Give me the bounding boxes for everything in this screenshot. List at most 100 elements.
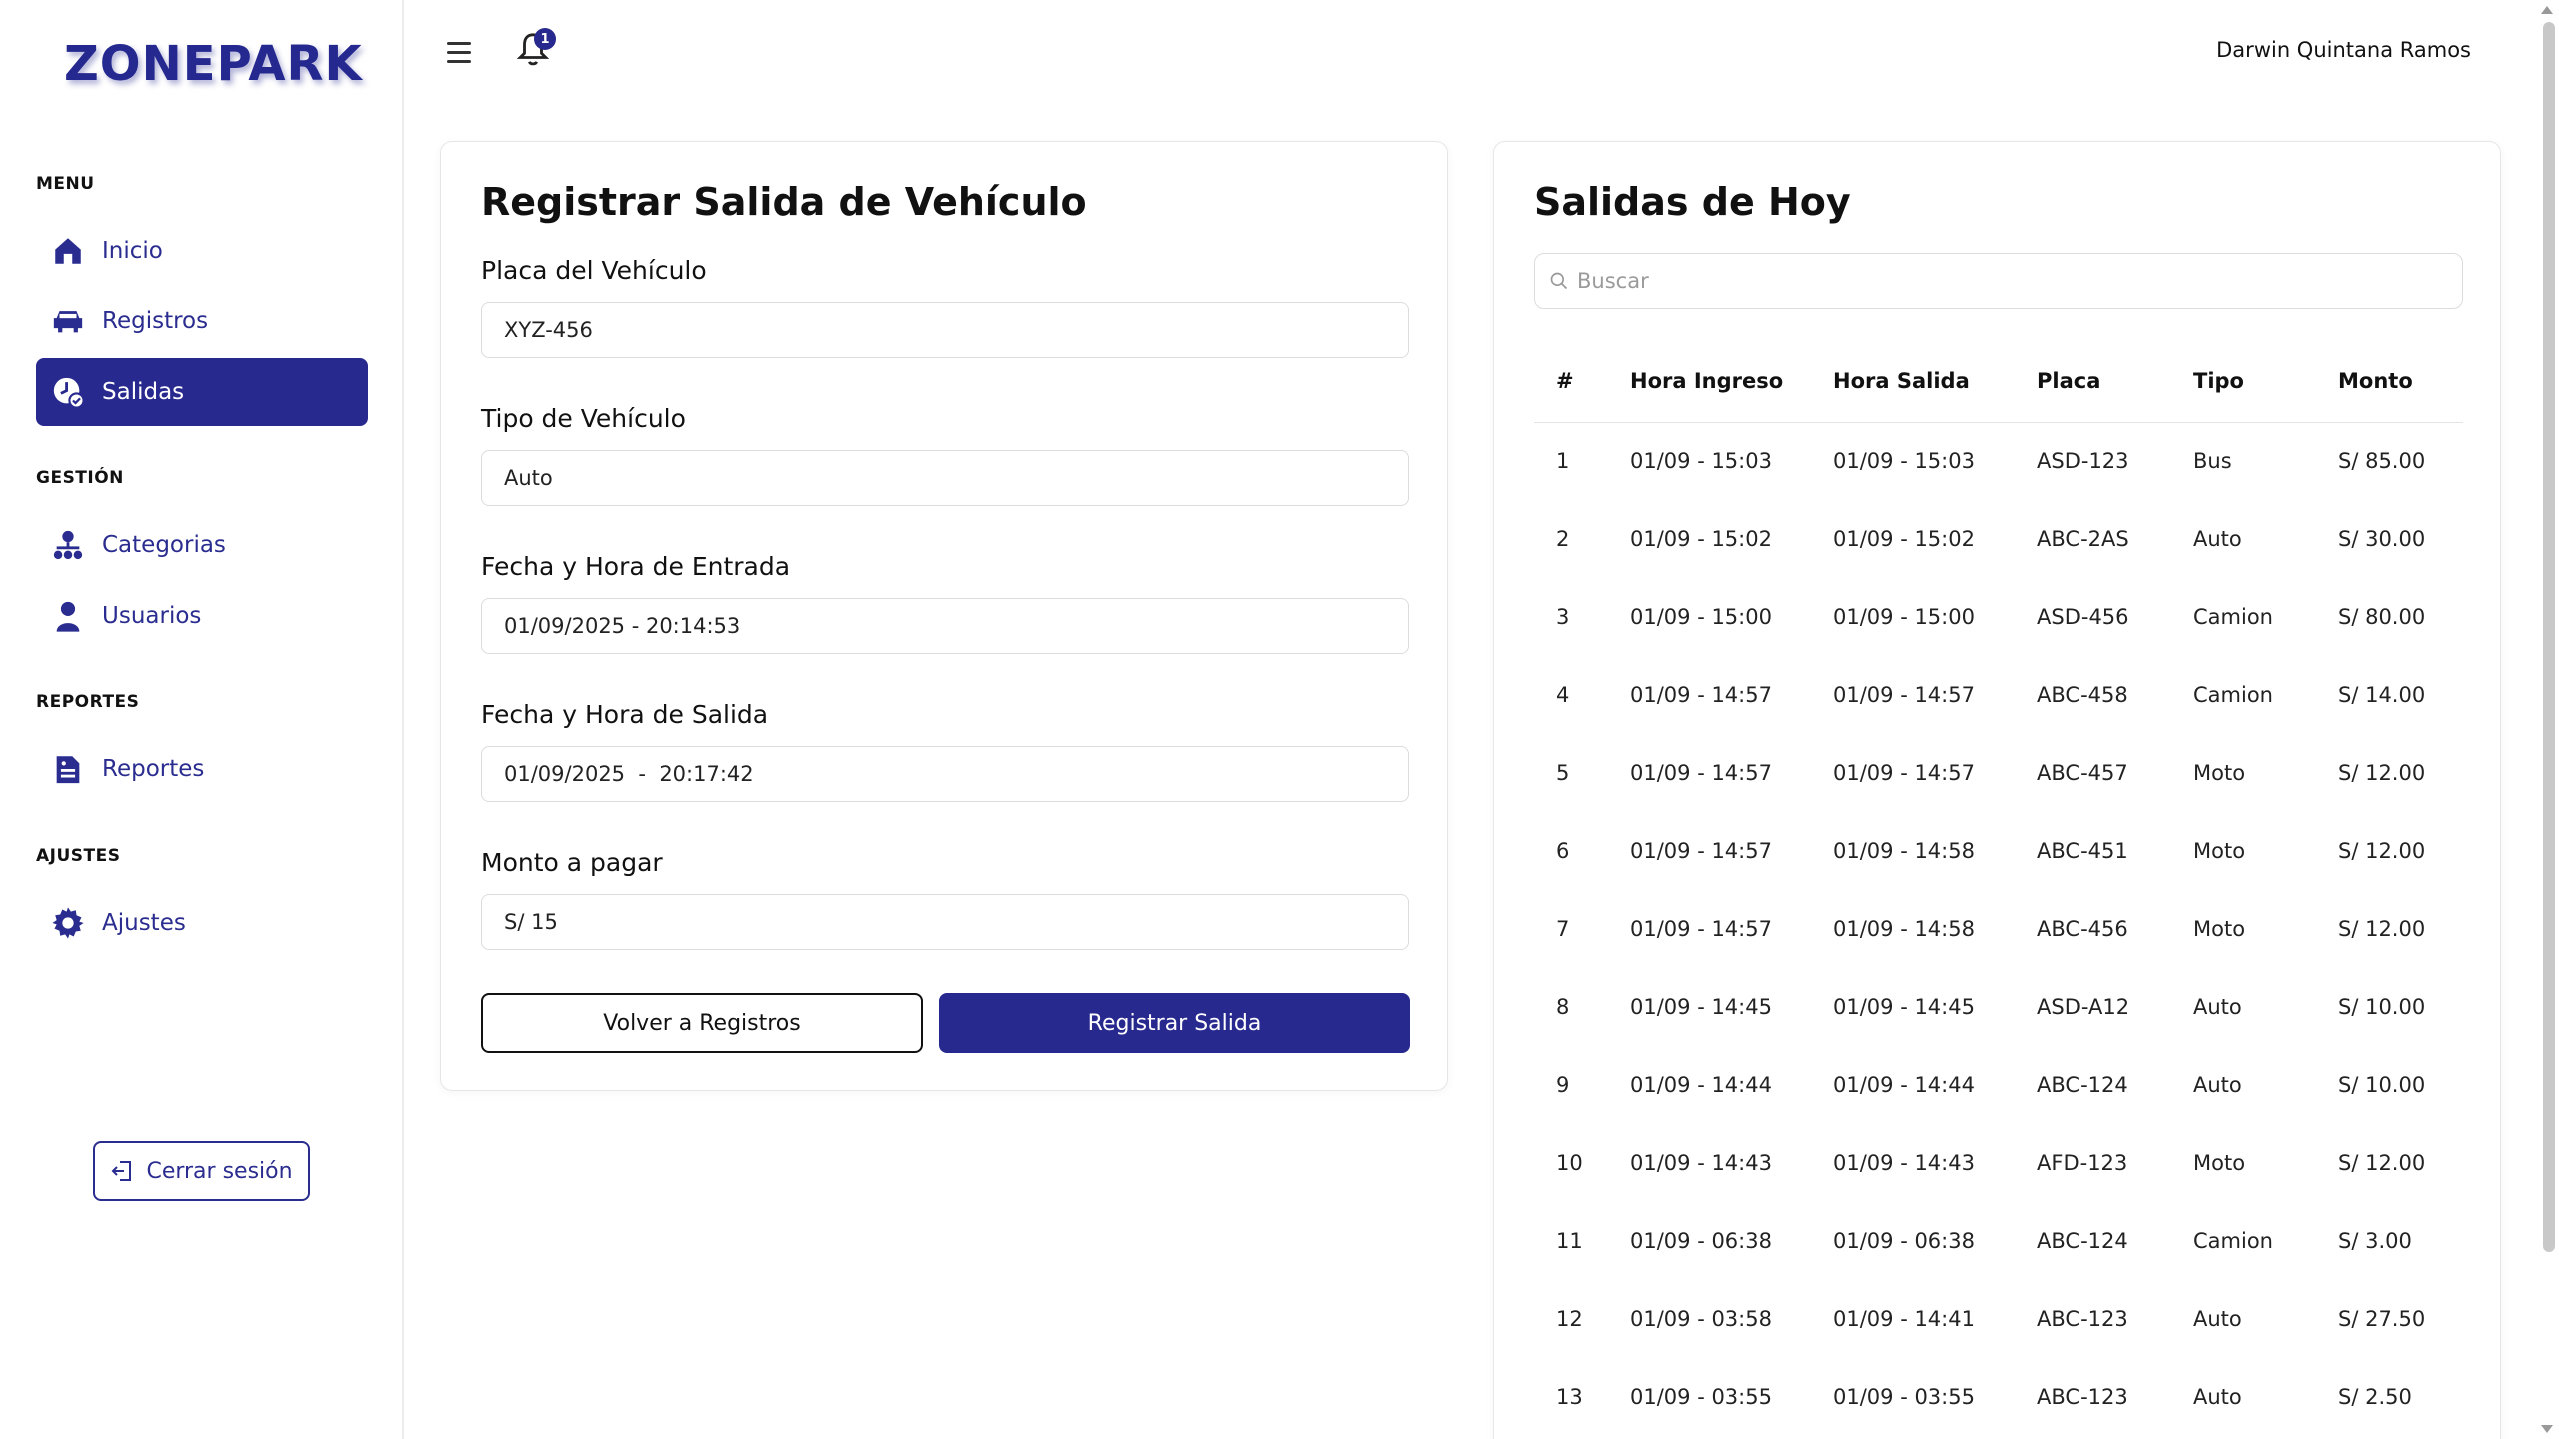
sidebar-item-salidas[interactable]: Salidas bbox=[36, 358, 368, 426]
table-cell: 01/09 - 14:58 bbox=[1833, 839, 1975, 863]
table-cell: 8 bbox=[1556, 995, 1570, 1019]
table-cell: ABC-457 bbox=[2037, 761, 2128, 785]
table-cell: 12 bbox=[1556, 1307, 1583, 1331]
table-cell: S/ 12.00 bbox=[2338, 1151, 2426, 1175]
logout-button[interactable]: Cerrar sesión bbox=[93, 1141, 310, 1201]
table-row[interactable]: 1 01/09 - 15:03 01/09 - 15:03 ASD-123 Bus S/ … bbox=[1534, 422, 2463, 500]
hamburger-menu-icon[interactable] bbox=[444, 38, 474, 66]
table-cell: S/ 30.00 bbox=[2338, 527, 2426, 551]
table-row[interactable]: 10 01/09 - 14:43 01/09 - 14:43 AFD-123 Moto S… bbox=[1534, 1124, 2463, 1202]
table-cell: 9 bbox=[1556, 1073, 1570, 1097]
table-cell: S/ 10.00 bbox=[2338, 1073, 2426, 1097]
table-row[interactable]: 4 01/09 - 14:57 01/09 - 14:57 ABC-458 Camion… bbox=[1534, 656, 2463, 734]
exit-datetime-label: Fecha y Hora de Salida bbox=[481, 700, 769, 729]
vehicle-type-label: Tipo de Vehículo bbox=[481, 404, 686, 433]
app-logo[interactable]: ZONEPARK bbox=[64, 36, 363, 92]
table-cell: 01/09 - 14:57 bbox=[1630, 839, 1772, 863]
column-header: Placa bbox=[2037, 340, 2193, 423]
sidebar-item-reportes[interactable]: Reportes bbox=[36, 735, 368, 803]
table-cell: Auto bbox=[2193, 527, 2242, 551]
user-name[interactable]: Darwin Quintana Ramos bbox=[2216, 38, 2471, 62]
logout-label: Cerrar sesión bbox=[146, 1158, 293, 1184]
scrollbar-thumb[interactable] bbox=[2543, 22, 2555, 1252]
exit-form-card: Registrar Salida de Vehículo Placa del V… bbox=[440, 141, 1448, 1091]
table-cell: S/ 14.00 bbox=[2338, 683, 2426, 707]
table-row[interactable]: 7 01/09 - 14:57 01/09 - 14:58 ABC-456 Moto S/… bbox=[1534, 890, 2463, 968]
sidebar-item-label: Categorias bbox=[102, 532, 226, 558]
entry-datetime-label: Fecha y Hora de Entrada bbox=[481, 552, 791, 581]
register-exit-button[interactable]: Registrar Salida bbox=[939, 993, 1410, 1053]
column-header: Tipo bbox=[2193, 340, 2338, 423]
table-cell: Moto bbox=[2193, 1151, 2246, 1175]
table-row[interactable]: 3 01/09 - 15:00 01/09 - 15:00 ASD-456 Camion… bbox=[1534, 578, 2463, 656]
table-row[interactable]: 6 01/09 - 14:57 01/09 - 14:58 ABC-451 Moto S/… bbox=[1534, 812, 2463, 890]
logout-icon bbox=[110, 1159, 134, 1183]
sidebar-item-label: Reportes bbox=[102, 756, 205, 782]
table-cell: 01/09 - 06:38 bbox=[1833, 1229, 1975, 1253]
table-cell: 2 bbox=[1556, 527, 1570, 551]
table-cell: 13 bbox=[1556, 1385, 1583, 1409]
table-cell: 01/09 - 14:44 bbox=[1833, 1073, 1975, 1097]
table-cell: S/ 2.50 bbox=[2338, 1385, 2412, 1409]
home-icon bbox=[50, 233, 86, 269]
table-cell: ABC-124 bbox=[2037, 1229, 2128, 1253]
search-icon bbox=[1549, 271, 1569, 291]
back-to-records-button[interactable]: Volver a Registros bbox=[481, 993, 923, 1053]
table-cell: S/ 27.50 bbox=[2338, 1307, 2426, 1331]
table-cell: ASD-A12 bbox=[2037, 995, 2130, 1019]
search-input[interactable]: Buscar bbox=[1534, 253, 2463, 309]
table-cell: ABC-123 bbox=[2037, 1307, 2128, 1331]
table-cell: 4 bbox=[1556, 683, 1570, 707]
table-row[interactable]: 13 01/09 - 03:55 01/09 - 03:55 ABC-123 Auto S… bbox=[1534, 1358, 2463, 1436]
table-row[interactable]: 5 01/09 - 14:57 01/09 - 14:57 ABC-457 Moto S/… bbox=[1534, 734, 2463, 812]
table-cell: 01/09 - 15:00 bbox=[1833, 605, 1975, 629]
table-row[interactable]: 2 01/09 - 15:02 01/09 - 15:02 ABC-2AS Auto S/… bbox=[1534, 500, 2463, 578]
table-cell: 01/09 - 14:41 bbox=[1833, 1307, 1975, 1331]
table-cell: Moto bbox=[2193, 839, 2246, 863]
table-cell: 01/09 - 14:57 bbox=[1833, 683, 1975, 707]
scroll-up-icon[interactable] bbox=[2541, 6, 2553, 14]
table-cell: 01/09 - 14:45 bbox=[1833, 995, 1975, 1019]
table-cell: S/ 10.00 bbox=[2338, 995, 2426, 1019]
table-cell: 01/09 - 03:55 bbox=[1630, 1385, 1772, 1409]
vehicle-type-field[interactable]: Auto bbox=[481, 450, 1409, 506]
table-cell: S/ 12.00 bbox=[2338, 917, 2426, 941]
table-cell: 01/09 - 14:43 bbox=[1833, 1151, 1975, 1175]
table-cell: S/ 85.00 bbox=[2338, 449, 2426, 474]
plate-field[interactable]: XYZ-456 bbox=[481, 302, 1409, 358]
table-cell: Camion bbox=[2193, 683, 2273, 707]
table-cell: 7 bbox=[1556, 917, 1570, 941]
exits-title: Salidas de Hoy bbox=[1534, 180, 1851, 224]
plate-label: Placa del Vehículo bbox=[481, 256, 707, 285]
table-cell: ABC-2AS bbox=[2037, 527, 2129, 551]
search-placeholder: Buscar bbox=[1577, 269, 1649, 293]
page-scrollbar[interactable] bbox=[2537, 0, 2559, 1439]
table-row[interactable]: 8 01/09 - 14:45 01/09 - 14:45 ASD-A12 Auto S/… bbox=[1534, 968, 2463, 1046]
scroll-down-icon[interactable] bbox=[2541, 1425, 2553, 1433]
sidebar-item-registros[interactable]: Registros bbox=[36, 287, 368, 355]
table-row[interactable]: 11 01/09 - 06:38 01/09 - 06:38 ABC-124 Camio… bbox=[1534, 1202, 2463, 1280]
table-row[interactable]: 9 01/09 - 14:44 01/09 - 14:44 ABC-124 Auto S/… bbox=[1534, 1046, 2463, 1124]
amount-label: Monto a pagar bbox=[481, 848, 663, 877]
amount-field[interactable]: S/ 15 bbox=[481, 894, 1409, 950]
sidebar-item-inicio[interactable]: Inicio bbox=[36, 217, 368, 285]
exits-table: # Hora Ingreso Hora Salida Placa Tipo Mo… bbox=[1534, 340, 2463, 1436]
sidebar-item-label: Ajustes bbox=[102, 910, 186, 936]
table-cell: ABC-451 bbox=[2037, 839, 2128, 863]
sidebar-item-ajustes[interactable]: Ajustes bbox=[36, 889, 368, 957]
table-cell: Auto bbox=[2193, 1385, 2242, 1409]
exit-datetime-field[interactable]: 01/09/2025 - 20:17:42 bbox=[481, 746, 1409, 802]
table-cell: 01/09 - 14:58 bbox=[1833, 917, 1975, 941]
table-cell: ASD-123 bbox=[2037, 449, 2129, 474]
table-row[interactable]: 12 01/09 - 03:58 01/09 - 14:41 ABC-123 Auto S… bbox=[1534, 1280, 2463, 1358]
table-cell: 01/09 - 15:03 bbox=[1630, 449, 1772, 474]
table-cell: 01/09 - 15:00 bbox=[1630, 605, 1772, 629]
table-cell: ABC-456 bbox=[2037, 917, 2128, 941]
column-header: Hora Salida bbox=[1833, 340, 2037, 423]
sidebar-item-usuarios[interactable]: Usuarios bbox=[36, 582, 368, 650]
table-cell: 01/09 - 15:02 bbox=[1630, 527, 1772, 551]
table-cell: 01/09 - 15:03 bbox=[1833, 449, 1975, 474]
entry-datetime-field[interactable]: 01/09/2025 - 20:14:53 bbox=[481, 598, 1409, 654]
table-cell: ABC-123 bbox=[2037, 1385, 2128, 1409]
sidebar-item-categorias[interactable]: Categorias bbox=[36, 511, 368, 579]
